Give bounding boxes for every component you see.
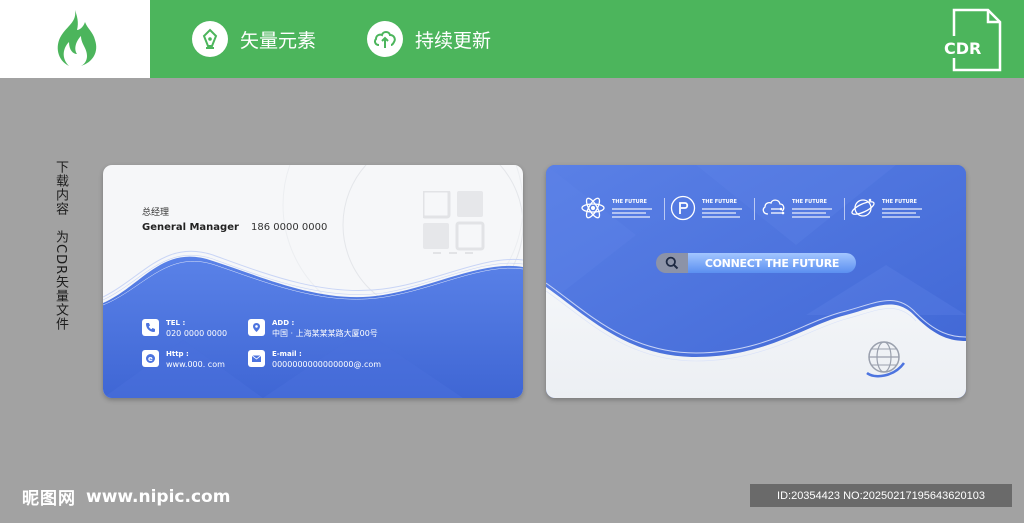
mobile-number: 186 0000 0000 [251,222,328,233]
business-card-front: 总经理 General Manager 186 0000 0000 TEL : … [103,165,523,398]
contact-label: Http : [166,350,189,358]
feature-label: 持续更新 [415,29,492,52]
watermark-brand: 昵图网 [22,489,76,509]
search-icon [656,253,688,273]
feature-label: 矢量元素 [240,29,317,52]
connect-button[interactable]: CONNECT THE FUTURE [688,253,856,273]
download-note: 下载内容 为CDR矢量文件 [53,160,68,332]
planet-icon [850,195,876,221]
pen-nib-icon [192,21,228,57]
contact-value: 020 0000 0000 [166,329,228,338]
job-title-cn: 总经理 [142,208,170,218]
file-type-label: CDR [944,39,981,58]
contact-value: 中国 · 上海某某某路大厦00号 [272,329,378,338]
cdr-file-icon: CDR [942,8,1002,72]
site-logo[interactable] [0,0,150,78]
feature-title: THE FUTURE [702,198,737,205]
feature-continuous-update: 持续更新 [367,20,491,58]
header-bar: 矢量元素 持续更新 CDR [0,0,1024,78]
contact-value: 0000000000000000@.com [272,360,382,369]
image-id-label: ID:20354423 NO:20250217195643620103 [750,484,1012,507]
search-bar[interactable]: CONNECT THE FUTURE [656,253,856,273]
feature-item: THE FUTURE [760,195,832,221]
feature-item: THE FUTURE [580,195,652,221]
feature-title: THE FUTURE [882,198,917,205]
browser-e-icon: e [142,350,159,367]
cloud-circuit-icon [760,195,786,221]
nipic-watermark: 昵图网 www.nipic.com [22,484,230,510]
p-logo-icon [670,195,696,221]
contact-label: TEL : [166,319,186,327]
contact-label: E-mail : [272,350,302,358]
contact-address: ADD : 中国 · 上海某某某路大厦00号 [248,318,378,339]
feature-item: THE FUTURE [850,195,922,221]
atom-icon [580,195,606,221]
contact-tel: TEL : 020 0000 0000 [142,318,227,339]
contact-value: www.000. com [166,360,225,369]
svg-text:e: e [148,355,153,363]
feature-icon-row: THE FUTURE THE FUTURE THE FUTURE THE FUT… [580,195,930,225]
business-card-back: THE FUTURE THE FUTURE THE FUTURE THE FUT… [546,165,966,398]
phone-icon [142,319,159,336]
watermark-url[interactable]: www.nipic.com [86,487,230,507]
feature-title: THE FUTURE [612,198,647,205]
location-pin-icon [248,319,265,336]
envelope-icon [248,350,265,367]
contact-label: ADD : [272,319,295,327]
job-title-en: General Manager [142,222,239,233]
contact-website: e Http : www.000. com [142,349,225,370]
contact-email: E-mail : 0000000000000000@.com [248,349,381,370]
cloud-upload-icon [367,21,403,57]
feature-title: THE FUTURE [792,198,827,205]
logo-placeholder-mark [423,191,485,254]
globe-icon [866,341,906,378]
feature-item: THE FUTURE [670,195,742,221]
flame-icon [57,10,97,66]
feature-vector-elements: 矢量元素 [192,20,316,58]
